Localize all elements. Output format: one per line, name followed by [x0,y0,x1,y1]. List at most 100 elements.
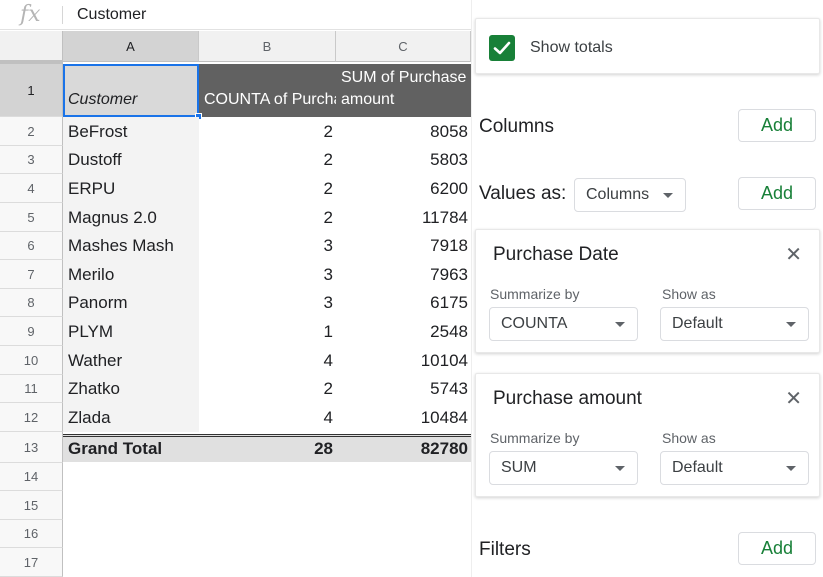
values-as-label: Values as: [479,183,567,204]
chevron-down-icon [615,466,625,471]
sum-cell[interactable]: 5743 [336,375,471,403]
row-header-14[interactable]: 14 [0,463,63,491]
chevron-down-icon [786,466,796,471]
count-cell[interactable]: 4 [199,346,336,375]
row-header-16[interactable]: 16 [0,520,63,548]
show-as-select[interactable]: Default [660,307,809,341]
count-cell[interactable]: 4 [199,403,336,432]
values-as-select[interactable]: Columns [574,178,686,212]
row-header-9[interactable]: 9 [0,317,63,346]
show-as-value: Default [672,315,723,332]
add-column-button[interactable]: Add [738,109,816,142]
function-icon: fx [20,2,41,27]
pivot-col-c-header-line2: amount [341,91,395,108]
count-cell[interactable]: 3 [199,289,336,317]
row-header-7[interactable]: 7 [0,260,63,289]
grand-total-sum[interactable]: 82780 [336,435,471,463]
chevron-down-icon [663,193,673,198]
column-header-c[interactable]: C [336,31,471,62]
sum-cell[interactable]: 6200 [336,174,471,203]
chevron-down-icon [615,322,625,327]
summarize-by-select[interactable]: SUM [489,451,638,485]
close-icon[interactable]: ✕ [785,386,802,411]
show-as-label: Show as [662,430,716,446]
row-header-5[interactable]: 5 [0,203,63,232]
row-header-6[interactable]: 6 [0,232,63,260]
column-header-b[interactable]: B [199,31,336,62]
chevron-down-icon [786,322,796,327]
pivot-table-editor: Show totals Columns Add Values as: Colum… [471,0,823,577]
cell-a1[interactable]: Customer [63,64,199,117]
row-header-4[interactable]: 4 [0,174,63,203]
row-header-2[interactable]: 2 [0,117,63,146]
row-header-3[interactable]: 3 [0,146,63,174]
customer-cell[interactable]: Wather [63,346,199,375]
count-cell[interactable]: 3 [199,260,336,289]
show-totals-card: Show totals [475,18,820,74]
show-as-label: Show as [662,286,716,302]
count-cell[interactable]: 2 [199,203,336,232]
show-as-select[interactable]: Default [660,451,809,485]
customer-cell[interactable]: Mashes Mash [63,232,199,260]
count-cell[interactable]: 1 [199,317,336,346]
grand-total-count[interactable]: 28 [199,435,336,463]
customer-cell[interactable]: ERPU [63,174,199,203]
column-header-a[interactable]: A [63,31,199,62]
pivot-col-b-header: COUNTA of Purchase Date [204,91,336,108]
row-header-8[interactable]: 8 [0,289,63,317]
customer-cell[interactable]: PLYM [63,317,199,346]
count-cell[interactable]: 2 [199,117,336,146]
select-all-corner[interactable] [0,31,63,64]
customer-cell[interactable]: Zhatko [63,375,199,403]
customer-cell[interactable]: Panorm [63,289,199,317]
add-filter-button[interactable]: Add [738,532,816,565]
sum-cell[interactable]: 10104 [336,346,471,375]
count-cell[interactable]: 2 [199,375,336,403]
summarize-by-label: Summarize by [490,286,580,302]
add-value-button[interactable]: Add [738,177,816,210]
count-cell[interactable]: 2 [199,146,336,174]
count-cell[interactable]: 2 [199,174,336,203]
value-card-title: Purchase amount [493,388,642,409]
sum-cell[interactable]: 8058 [336,117,471,146]
customer-cell[interactable]: BeFrost [63,117,199,146]
sum-cell[interactable]: 6175 [336,289,471,317]
customer-cell[interactable]: Magnus 2.0 [63,203,199,232]
show-totals-label: Show totals [530,39,613,56]
grand-total-label[interactable]: Grand Total [63,435,199,463]
show-totals-checkbox[interactable] [489,35,515,61]
value-card-purchase-amount: Purchase amount ✕ Summarize by Show as S… [475,373,820,497]
summarize-by-label: Summarize by [490,430,580,446]
spreadsheet-grid: fx Customer A B C 1 2 3 4 5 6 7 8 9 10 1… [0,0,471,577]
customer-cell[interactable]: Zlada [63,403,199,432]
pivot-row-header: Customer [68,91,138,108]
show-as-value: Default [672,459,723,476]
sum-cell[interactable]: 11784 [336,203,471,232]
summarize-by-select[interactable]: COUNTA [489,307,638,341]
customer-cell[interactable]: Dustoff [63,146,199,174]
count-cell[interactable]: 3 [199,232,336,260]
row-header-12[interactable]: 12 [0,403,63,432]
formula-divider [62,6,63,24]
sum-cell[interactable]: 7963 [336,260,471,289]
sum-cell[interactable]: 2548 [336,317,471,346]
row-header-15[interactable]: 15 [0,491,63,520]
value-card-title: Purchase Date [493,244,619,265]
customer-cell[interactable]: Merilo [63,260,199,289]
close-icon[interactable]: ✕ [785,242,802,267]
check-icon [493,41,511,55]
sum-cell[interactable]: 7918 [336,232,471,260]
row-header-17[interactable]: 17 [0,548,63,577]
row-header-13[interactable]: 13 [0,432,63,463]
row-header-10[interactable]: 10 [0,346,63,375]
formula-bar: fx Customer [0,0,471,30]
row-header-11[interactable]: 11 [0,375,63,403]
pivot-col-c-header-line1: SUM of Purchase [341,69,467,86]
filters-section-title: Filters [479,539,531,560]
formula-input[interactable]: Customer [77,6,146,24]
sum-cell[interactable]: 10484 [336,403,471,432]
value-card-purchase-date: Purchase Date ✕ Summarize by Show as COU… [475,229,820,353]
row-header-1[interactable]: 1 [0,64,63,117]
values-as-value: Columns [586,186,650,203]
sum-cell[interactable]: 5803 [336,146,471,174]
